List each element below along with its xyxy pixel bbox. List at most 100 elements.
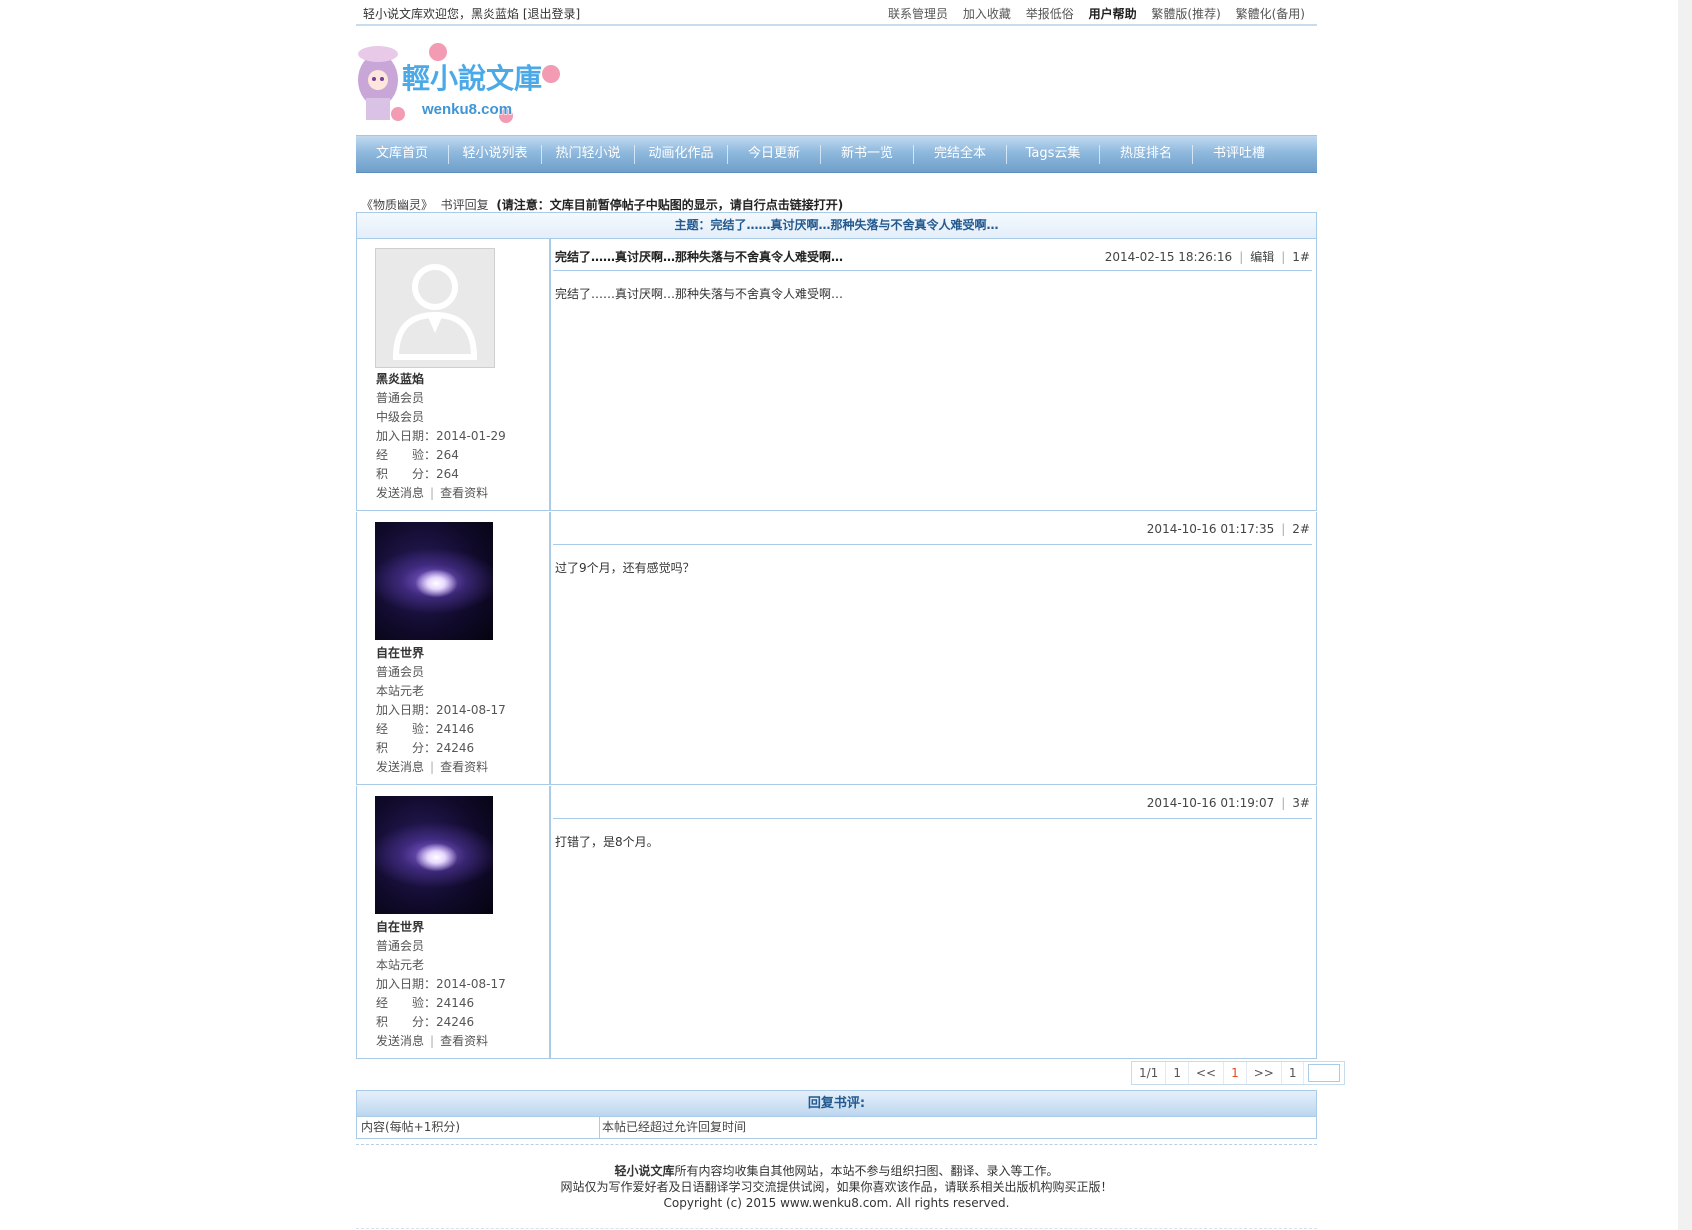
score-value: 24246	[436, 741, 475, 755]
page-jump-input[interactable]	[1308, 1064, 1341, 1082]
join-date-value: 2014-01-29	[436, 429, 506, 443]
breadcrumb-section-link[interactable]: 书评回复	[441, 198, 489, 212]
post-title: 完结了……真讨厌啊…那种失落与不舍真令人难受啊…	[555, 250, 844, 264]
post-author-panel: 自在世界 普通会员 本站元老 加入日期：2014-08-17 经 验：24146…	[357, 512, 551, 784]
nav-completed[interactable]: 完结全本	[914, 136, 1006, 172]
post-author-panel: 黑炎蓝焰 普通会员 中级会员 加入日期：2014-01-29 经 验：264 积…	[357, 238, 551, 510]
post-author-panel: 自在世界 普通会员 本站元老 加入日期：2014-08-17 经 验：24146…	[357, 786, 551, 1058]
author-score: 积 分：264	[376, 465, 506, 484]
footer-site-name: 轻小说文库	[614, 1164, 675, 1178]
meta-divider: |	[1281, 796, 1286, 810]
add-favorite-link[interactable]: 加入收藏	[963, 7, 1011, 21]
exp-label: 经 验：	[376, 722, 437, 736]
top-bar: 轻小说文库欢迎您，黑炎蓝焰 [退出登录] 联系管理员 加入收藏 举报低俗 用户帮…	[356, 0, 1317, 26]
logo-subtext: wenku8.com	[421, 101, 512, 118]
galaxy-avatar-image[interactable]	[375, 522, 493, 640]
author-name[interactable]: 自在世界	[376, 918, 506, 937]
action-divider: |	[430, 1034, 435, 1048]
nav-new-books[interactable]: 新书一览	[821, 136, 913, 172]
galaxy-avatar-image[interactable]	[375, 796, 493, 914]
reply-closed-message: 本帖已经超过允许回复时间	[602, 1120, 747, 1134]
default-avatar-icon[interactable]	[375, 248, 495, 368]
send-message-link[interactable]: 发送消息	[376, 760, 424, 774]
view-profile-link[interactable]: 查看资料	[440, 760, 488, 774]
page-count: 1/1	[1132, 1062, 1167, 1084]
last-page-link[interactable]: 1	[1282, 1062, 1305, 1084]
footer-disclaimer: 所有内容均收集自其他网站，本站不参与组织扫图、翻译、录入等工作。	[674, 1164, 1059, 1178]
meta-divider: |	[1281, 250, 1286, 264]
join-date-label: 加入日期：	[376, 703, 437, 717]
author-join-date: 加入日期：2014-08-17	[376, 975, 506, 994]
post-body: 过了9个月，还有感觉吗？	[555, 561, 695, 575]
logo-text: 輕小說文庫	[402, 62, 542, 94]
nav-ranking[interactable]: 热度排名	[1100, 136, 1192, 172]
contact-admin-link[interactable]: 联系管理员	[888, 7, 948, 21]
view-profile-link[interactable]: 查看资料	[440, 1034, 488, 1048]
score-label: 积 分：	[376, 467, 437, 481]
view-profile-link[interactable]: 查看资料	[440, 486, 488, 500]
footer-divider-bottom	[356, 1228, 1317, 1229]
author-level: 本站元老	[376, 958, 425, 972]
edit-link[interactable]: 编辑	[1250, 250, 1274, 264]
send-message-link[interactable]: 发送消息	[376, 1034, 424, 1048]
nav-today-updates[interactable]: 今日更新	[728, 136, 820, 172]
meta-divider: |	[1281, 522, 1286, 536]
traditional-recommended-link[interactable]: 繁體版(推荐)	[1151, 7, 1220, 21]
author-name[interactable]: 黑炎蓝焰	[376, 370, 506, 389]
author-exp: 经 验：264	[376, 446, 506, 465]
nav-hot-novels[interactable]: 热门轻小说	[542, 136, 634, 172]
nav-reviews[interactable]: 书评吐槽	[1193, 136, 1285, 172]
prev-page-link[interactable]: <<	[1189, 1062, 1225, 1084]
nav-tags[interactable]: Tags云集	[1007, 136, 1099, 172]
post-time: 2014-10-16 01:17:35	[1146, 522, 1275, 536]
footer-line-1: 轻小说文库所有内容均收集自其他网站，本站不参与组织扫图、翻译、录入等工作。	[356, 1163, 1317, 1179]
breadcrumb-book-link[interactable]: 《物质幽灵》	[361, 198, 433, 212]
author-group: 普通会员	[376, 939, 425, 953]
top-links: 联系管理员 加入收藏 举报低俗 用户帮助 繁體版(推荐) 繁體化(备用)	[877, 5, 1305, 22]
post-body: 完结了……真讨厌啊…那种失落与不舍真令人难受啊…	[555, 287, 844, 301]
next-page-link[interactable]: >>	[1247, 1062, 1282, 1084]
author-level: 中级会员	[376, 410, 425, 424]
post-3: 自在世界 普通会员 本站元老 加入日期：2014-08-17 经 验：24146…	[356, 786, 1317, 1059]
nav-anime[interactable]: 动画化作品	[635, 136, 727, 172]
report-link[interactable]: 举报低俗	[1026, 7, 1074, 21]
nav-novel-list[interactable]: 轻小说列表	[449, 136, 541, 172]
floor-number[interactable]: 1#	[1292, 250, 1310, 264]
post-time: 2014-10-16 01:19:07	[1146, 796, 1275, 810]
footer-line-2: 网站仅为写作爱好者及日语翻译学习交流提供试阅，如果你喜欢该作品，请联系相关出版机…	[560, 1180, 1113, 1194]
author-score: 积 分：24246	[376, 739, 506, 758]
footer-divider	[356, 1144, 1317, 1145]
action-divider: |	[430, 760, 435, 774]
first-page-link[interactable]: 1	[1166, 1062, 1189, 1084]
send-message-link[interactable]: 发送消息	[376, 486, 424, 500]
welcome-text: 轻小说文库欢迎您，黑炎蓝焰 [退出登录]	[363, 7, 581, 21]
join-date-value: 2014-08-17	[436, 703, 506, 717]
post-content: 完结了……真讨厌啊…那种失落与不舍真令人难受啊… 2014-02-15 18:2…	[551, 238, 1316, 510]
post-meta: 2014-10-16 01:19:07 | 3#	[1147, 796, 1310, 810]
site-logo[interactable]: 輕小說文庫 wenku8.com	[356, 40, 566, 126]
current-page: 1	[1224, 1062, 1247, 1084]
post-body: 打错了，是8个月。	[555, 835, 659, 849]
page: 轻小说文库欢迎您，黑炎蓝焰 [退出登录] 联系管理员 加入收藏 举报低俗 用户帮…	[356, 0, 1346, 1229]
author-level: 本站元老	[376, 684, 425, 698]
author-join-date: 加入日期：2014-08-17	[376, 701, 506, 720]
action-divider: |	[430, 486, 435, 500]
score-value: 24246	[436, 1015, 475, 1029]
traditional-backup-link[interactable]: 繁體化(备用)	[1236, 7, 1305, 21]
vertical-scrollbar[interactable]	[1678, 0, 1692, 1230]
user-help-link[interactable]: 用户帮助	[1089, 7, 1137, 21]
pagination: 1/1 1 << 1 >> 1	[1131, 1061, 1346, 1085]
author-join-date: 加入日期：2014-01-29	[376, 427, 506, 446]
nav-home[interactable]: 文库首页	[356, 136, 448, 172]
breadcrumb-notice: (请注意：文库目前暂停帖子中贴图的显示，请自行点击链接打开)	[496, 198, 844, 212]
join-date-label: 加入日期：	[376, 429, 437, 443]
exp-label: 经 验：	[376, 448, 437, 462]
post-header: 2014-10-16 01:19:07 | 3#	[553, 786, 1312, 819]
floor-number[interactable]: 3#	[1292, 796, 1310, 810]
post-meta: 2014-10-16 01:17:35 | 2#	[1147, 522, 1310, 536]
author-exp: 经 验：24146	[376, 720, 506, 739]
floor-number[interactable]: 2#	[1292, 522, 1310, 536]
author-name[interactable]: 自在世界	[376, 644, 506, 663]
post-2: 自在世界 普通会员 本站元老 加入日期：2014-08-17 经 验：24146…	[356, 512, 1317, 785]
exp-value: 264	[436, 448, 459, 462]
